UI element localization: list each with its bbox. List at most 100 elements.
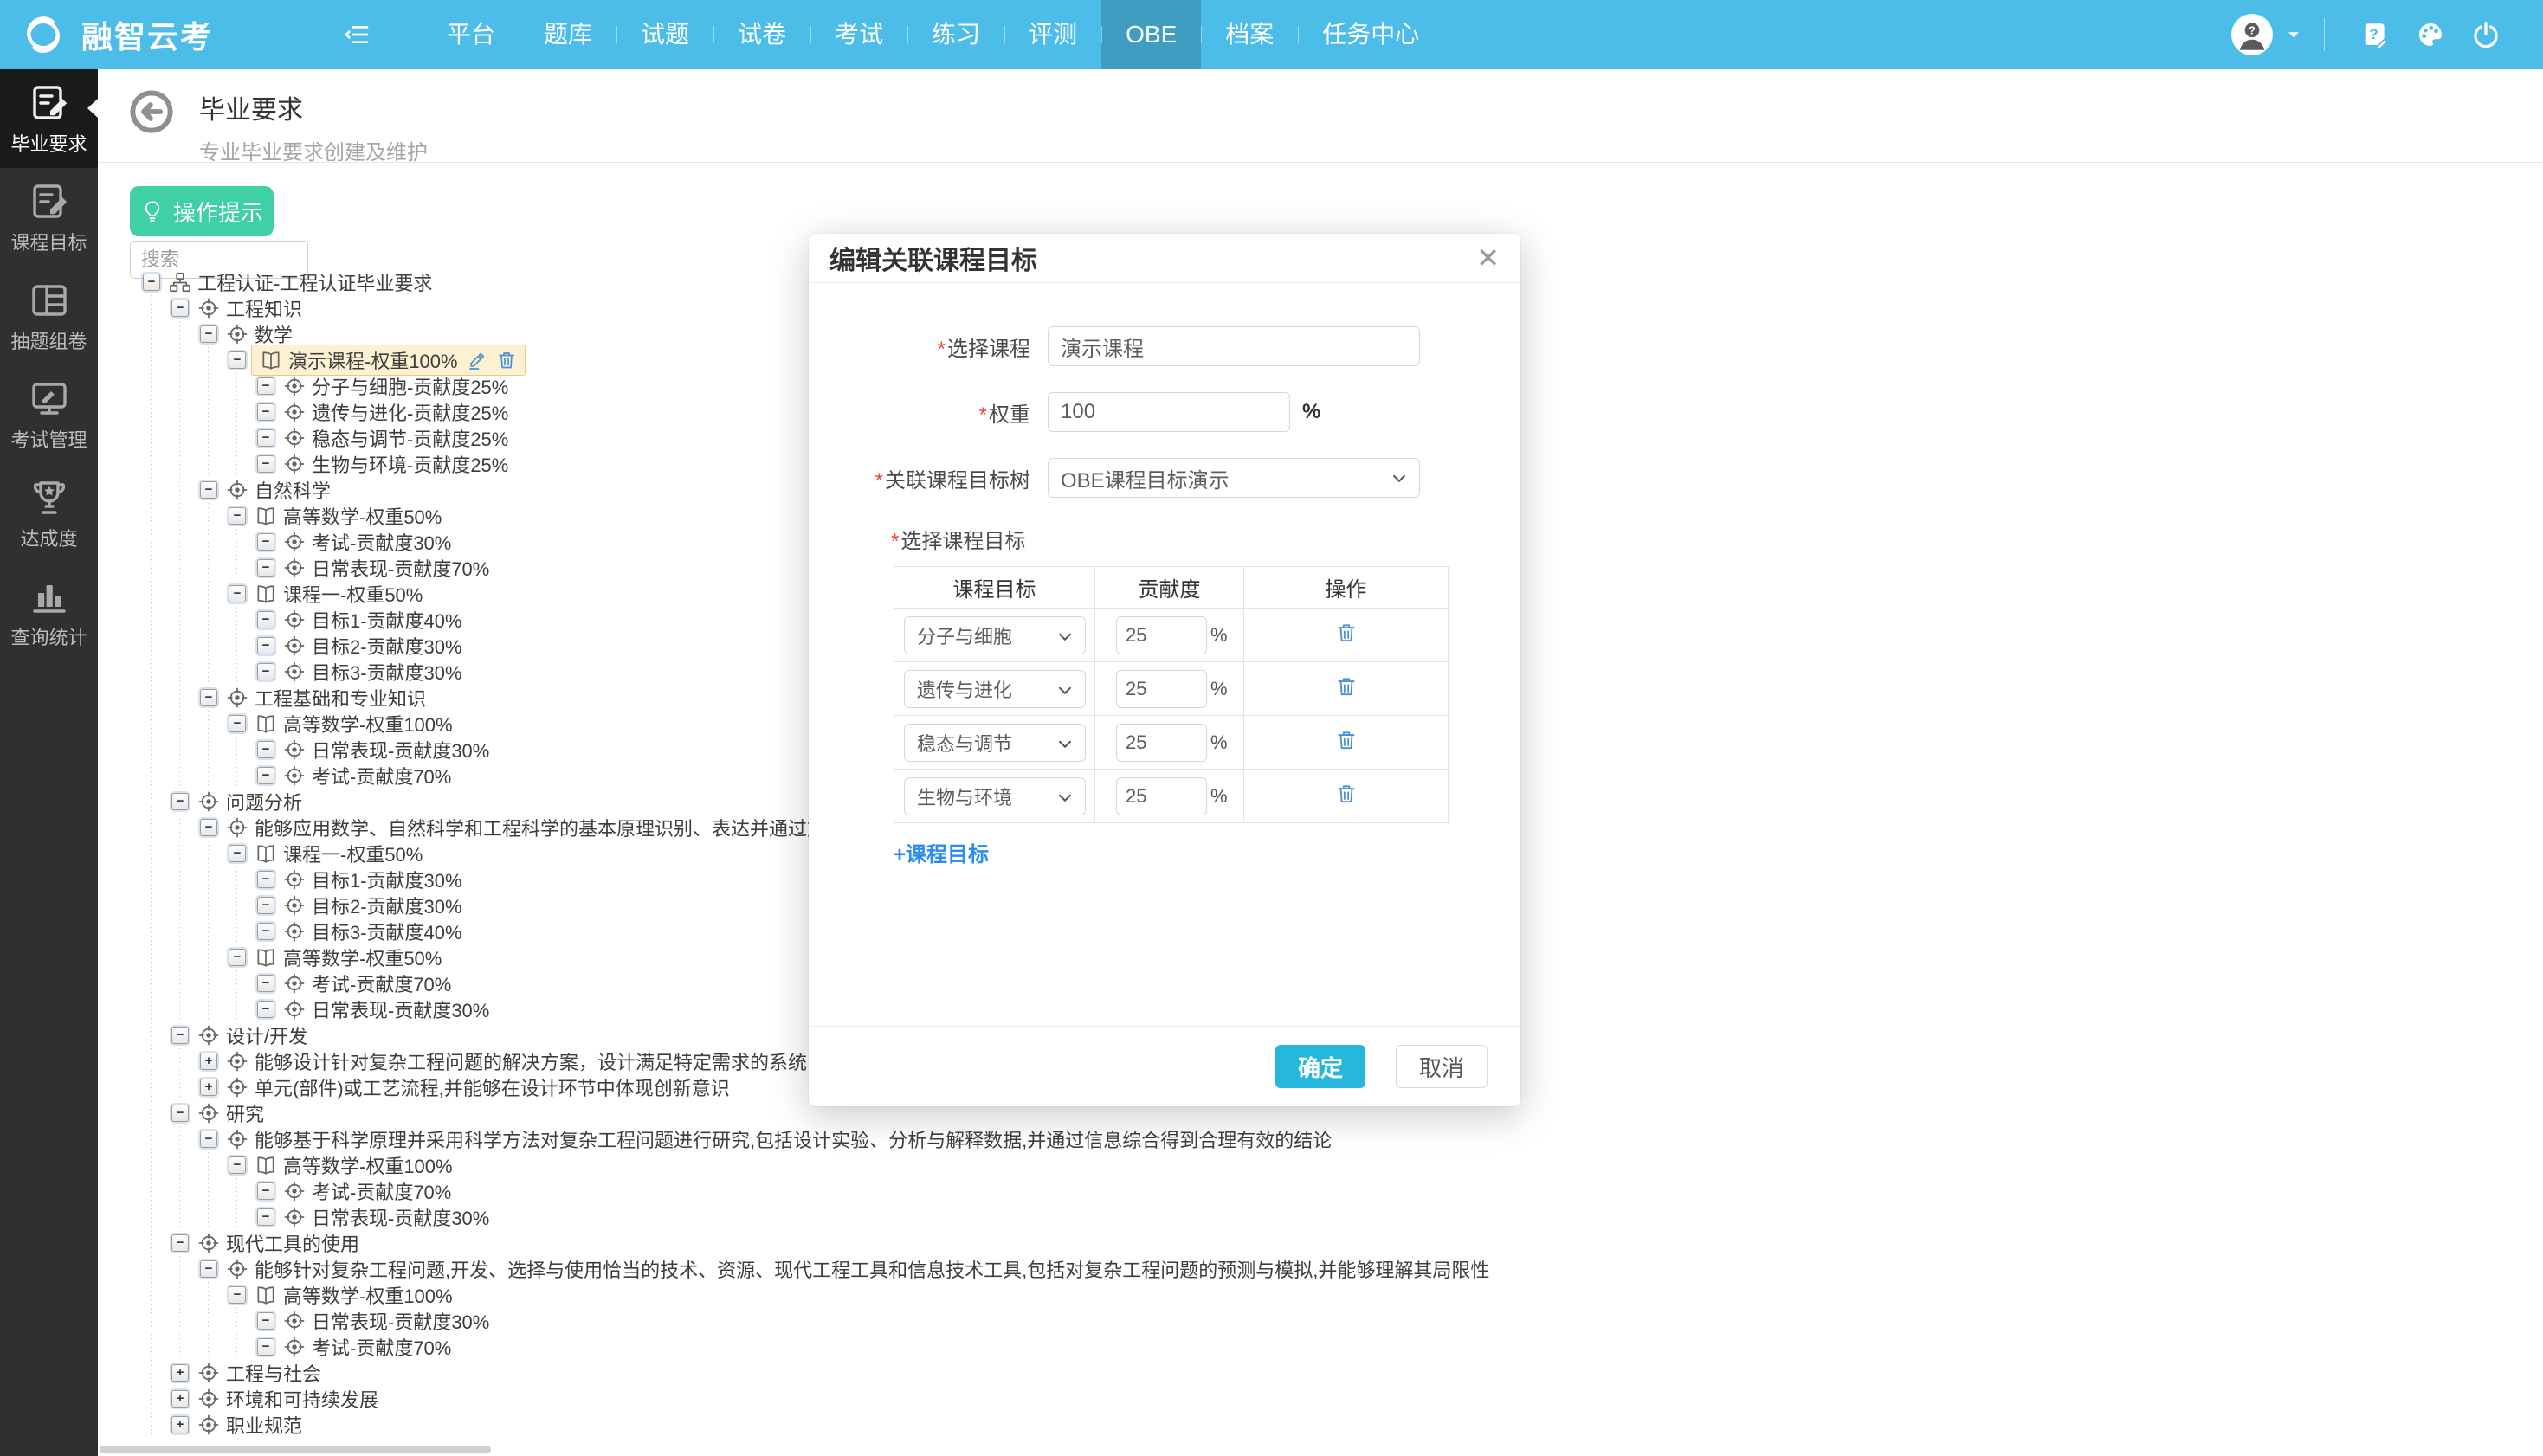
tree-node[interactable]: 工程与社会 [197,1359,321,1387]
goal-select-2[interactable]: 稳态与调节 [904,724,1086,762]
tree-node[interactable]: 高等数学-权重50% [255,502,442,530]
tree-node[interactable]: 高等数学-权重50% [255,944,442,971]
tree-node[interactable]: 能够基于科学原理并采用科学方法对复杂工程问题进行研究,包括设计实验、分析与解释数… [226,1125,1332,1153]
nav-item-4[interactable]: 考试 [810,0,907,69]
collapse-toggle[interactable]: − [229,585,246,602]
collapse-toggle[interactable]: − [229,1286,246,1304]
tree-node[interactable]: 高等数学-权重100% [255,710,453,738]
expand-toggle[interactable]: + [171,1390,189,1408]
theme-palette-icon[interactable] [2416,20,2445,49]
help-doc-icon[interactable]: ? [2360,20,2390,49]
tree-node[interactable]: 目标1-贡献度40% [283,606,462,634]
tree-node[interactable]: 问题分析 [197,788,302,815]
course-input[interactable] [1048,326,1420,366]
tree-node[interactable]: 分子与细胞-贡献度25% [283,372,508,400]
sidebar-item-4[interactable]: 达成度 [0,464,98,563]
tree-node[interactable]: 目标3-贡献度40% [283,918,462,945]
sidebar-item-3[interactable]: 考试管理 [0,365,98,464]
collapse-toggle[interactable]: − [143,274,160,291]
delete-icon[interactable] [1335,729,1358,751]
tree-node[interactable]: 能够设计针对复杂工程问题的解决方案，设计满足特定需求的系统 [226,1047,807,1075]
expand-toggle[interactable]: + [200,1053,217,1070]
collapse-toggle[interactable]: − [257,923,274,940]
contribution-input-3[interactable] [1116,777,1207,815]
collapse-toggle[interactable]: − [257,455,274,473]
operation-tips-button[interactable]: 操作提示 [130,186,274,236]
delete-icon[interactable] [496,350,517,370]
tree-node[interactable]: 工程认证-工程认证毕业要求 [169,268,432,296]
collapse-toggle[interactable]: − [229,845,246,862]
tree-node[interactable]: 能够针对复杂工程问题,开发、选择与使用恰当的技术、资源、现代工程工具和信息技术工… [226,1255,1489,1283]
power-icon[interactable] [2471,20,2501,49]
tree-node[interactable]: 日常表现-贡献度30% [283,1203,489,1231]
tree-node[interactable]: 设计/开发 [197,1021,307,1049]
expand-toggle[interactable]: + [171,1416,189,1433]
collapse-toggle[interactable]: − [200,325,217,343]
goal-select-0[interactable]: 分子与细胞 [904,616,1086,654]
tree-node[interactable]: 单元(部件)或工艺流程,并能够在设计环节中体现创新意识 [226,1073,730,1101]
nav-item-6[interactable]: 评测 [1004,0,1101,69]
weight-input[interactable] [1048,392,1290,432]
collapse-toggle[interactable]: − [229,351,246,369]
collapse-toggle[interactable]: − [257,897,274,914]
tree-node[interactable]: 考试-贡献度30% [283,528,451,556]
horizontal-scrollbar[interactable] [100,1446,491,1453]
collapse-toggle[interactable]: − [257,403,274,421]
tree-node[interactable]: 考试-贡献度70% [283,1177,451,1205]
nav-item-9[interactable]: 任务中心 [1298,0,1443,69]
collapse-toggle[interactable]: − [257,533,274,551]
collapse-toggle[interactable]: − [171,1234,189,1252]
back-button[interactable] [128,88,175,135]
collapse-toggle[interactable]: − [257,871,274,888]
sidebar-item-1[interactable]: 课程目标 [0,168,98,267]
edit-icon[interactable] [467,350,487,370]
collapse-toggle[interactable]: − [257,1001,274,1018]
collapse-toggle[interactable]: − [257,663,274,680]
collapse-toggle[interactable]: − [171,300,189,317]
tree-node[interactable]: 现代工具的使用 [197,1229,359,1257]
contribution-input-2[interactable] [1116,724,1207,762]
nav-item-7[interactable]: OBE [1101,0,1201,69]
expand-toggle[interactable]: + [200,1079,217,1096]
collapse-toggle[interactable]: − [257,741,274,758]
nav-item-3[interactable]: 试卷 [713,0,810,69]
collapse-toggle[interactable]: − [257,975,274,992]
tree-node[interactable]: 目标1-贡献度30% [283,866,462,893]
nav-item-0[interactable]: 平台 [423,0,520,69]
tree-node[interactable]: 遗传与进化-贡献度25% [283,398,508,426]
cancel-button[interactable]: 取消 [1396,1045,1488,1088]
tree-node[interactable]: 能够应用数学、自然科学和工程科学的基本原理识别、表达并通过文献 [226,814,845,841]
collapse-toggle[interactable]: − [229,1156,246,1174]
contribution-input-0[interactable] [1116,616,1207,654]
tree-node[interactable]: 工程知识 [197,294,302,322]
collapse-toggle[interactable]: − [257,1312,274,1330]
tree-node[interactable]: 自然科学 [226,476,331,504]
tree-node[interactable]: 生物与环境-贡献度25% [283,450,508,478]
collapse-toggle[interactable]: − [229,715,246,732]
tree-node[interactable]: 研究 [197,1099,264,1127]
nav-item-5[interactable]: 练习 [907,0,1004,69]
tree-node[interactable]: 日常表现-贡献度30% [283,736,489,763]
tree-node[interactable]: 稳态与调节-贡献度25% [283,424,508,452]
tree-node[interactable]: 工程基础和专业知识 [226,684,426,712]
goal-select-1[interactable]: 遗传与进化 [904,670,1086,708]
tree-node[interactable]: 职业规范 [197,1411,302,1439]
tree-node[interactable]: 课程一-权重50% [255,580,423,608]
collapse-toggle[interactable]: − [257,767,274,784]
tree-node[interactable]: 目标2-贡献度30% [283,632,462,660]
collapse-toggle[interactable]: − [257,559,274,577]
collapse-toggle[interactable]: − [200,481,217,499]
tree-node[interactable]: 日常表现-贡献度30% [283,995,489,1023]
collapse-toggle[interactable]: − [229,507,246,525]
tree-node[interactable]: 日常表现-贡献度70% [283,554,489,582]
delete-icon[interactable] [1335,783,1358,805]
add-course-goal-link[interactable]: +课程目标 [894,837,989,867]
user-avatar-icon[interactable]: ? [2230,13,2274,56]
goal-tree-select[interactable]: OBE课程目标演示 [1048,458,1420,498]
tree-node[interactable]: 目标2-贡献度30% [283,892,462,919]
collapse-toggle[interactable]: − [257,377,274,395]
tree-node[interactable]: 目标3-贡献度30% [283,658,462,686]
sidebar-item-0[interactable]: 毕业要求 [0,69,98,168]
collapse-toggle[interactable]: − [257,637,274,654]
tree-node[interactable]: 考试-贡献度70% [283,970,451,997]
